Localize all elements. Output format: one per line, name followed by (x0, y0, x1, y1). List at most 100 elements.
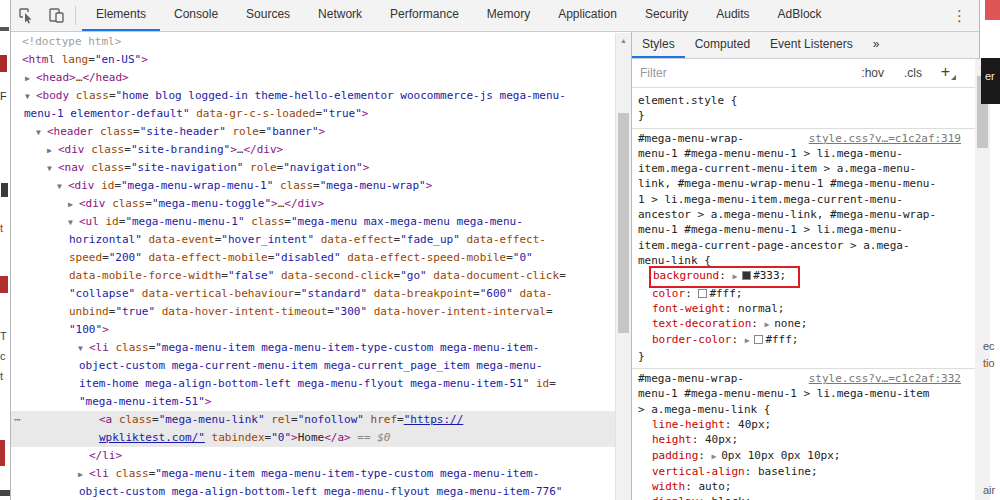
sidebar-tab-event-listeners[interactable]: Event Listeners (760, 32, 863, 58)
dom-node-line[interactable]: ⋯<a class="mega-menu-link" rel="nofollow… (11, 411, 615, 429)
dom-node-line[interactable]: item-home mega-align-bottom-left mega-me… (11, 375, 615, 393)
css-property-value[interactable]: #fff; (765, 333, 798, 346)
css-selector[interactable]: menu-1 #mega-menu-menu-1 > li.mega-menu- (638, 146, 960, 161)
css-selector[interactable]: 1 > li.mega-menu-item.mega-current-menu- (638, 192, 960, 207)
css-selector[interactable]: > a.mega-menu-link { (638, 402, 960, 417)
new-style-rule-dropdown-icon[interactable] (951, 75, 956, 80)
dom-node-line[interactable]: "mega-menu-item-51"> (11, 393, 615, 411)
css-selector[interactable]: menu-1 #mega-menu-menu-1 > li.mega-menu- (638, 222, 960, 237)
dom-node-line[interactable]: <html lang="en-US"> (11, 51, 615, 69)
dom-node-line[interactable]: ▶<head>…</head> (11, 69, 615, 87)
dom-node-line[interactable]: "100"> (11, 321, 615, 339)
dom-node-line[interactable]: ▼<header class="site-header" role="banne… (11, 123, 615, 141)
dom-node-line[interactable]: horizontal" data-event="hover_intent" da… (11, 231, 615, 249)
css-property-name[interactable]: height (652, 433, 692, 446)
device-toolbar-icon[interactable] (41, 0, 71, 31)
css-property-value[interactable]: block; (712, 495, 752, 500)
css-property-name[interactable]: color (652, 287, 685, 300)
css-selector[interactable]: element.style { (638, 93, 960, 108)
css-property-name[interactable]: text-decoration (652, 317, 751, 330)
elements-scrollbar-thumb[interactable] (618, 113, 629, 333)
css-property-value[interactable]: none; (774, 317, 807, 330)
css-selector[interactable]: item.mega-current-page-ancestor > a.mega… (638, 238, 960, 253)
expand-value-icon[interactable]: ▶ (732, 272, 742, 281)
collapsed-arrow-icon[interactable]: ▶ (47, 142, 52, 160)
dom-node-line[interactable]: ▼<li class="mega-menu-item mega-menu-ite… (11, 339, 615, 357)
css-property[interactable]: font-weight: normal; (638, 301, 960, 316)
css-property-name[interactable]: width (652, 480, 685, 493)
dom-node-line[interactable]: wpkliktest.com/" tabindex="0">Home</a> =… (11, 429, 615, 447)
css-property-value[interactable]: #333; (753, 269, 786, 282)
css-property-value[interactable]: 0px 10px 0px 10px; (721, 449, 840, 462)
css-selector[interactable]: ancestor > a.mega-menu-link, #mega-menu-… (638, 207, 960, 222)
dom-node-line[interactable]: ▶<div class="site-branding">…</div> (11, 141, 615, 159)
dom-node-line[interactable]: ▶<div class="mega-menu-toggle">…</div> (11, 195, 615, 213)
dom-node-line[interactable]: menu-1 elementor-default" data-gr-c-s-lo… (11, 105, 615, 123)
inspect-icon[interactable] (11, 0, 41, 31)
scroll-up-icon[interactable]: ▲ (616, 33, 631, 48)
tab-security[interactable]: Security (631, 0, 702, 31)
css-property-value[interactable]: 40px; (738, 418, 771, 431)
dom-node-line[interactable]: data-mobile-force-width="false" data-sec… (11, 267, 615, 285)
dom-node-line[interactable]: unbind="true" data-hover-intent-timeout=… (11, 303, 615, 321)
css-property-name[interactable]: font-weight (652, 302, 725, 315)
css-property-value[interactable]: #fff; (709, 287, 742, 300)
css-property[interactable]: display: block; (638, 494, 960, 500)
dom-node-line[interactable]: ▶<li class="mega-menu-item mega-menu-ite… (11, 465, 615, 483)
css-property-value[interactable]: 40px; (705, 433, 738, 446)
dom-node-line[interactable]: ▼<ul id="mega-menu-menu-1" class="mega-m… (11, 213, 615, 231)
expanded-arrow-icon[interactable]: ▼ (25, 88, 30, 106)
dom-node-line[interactable]: ▼<nav class="site-navigation" role="navi… (11, 159, 615, 177)
stylesheet-link[interactable]: style.css?v…=c1c2af:332 (809, 371, 961, 386)
tab-audits[interactable]: Audits (702, 0, 763, 31)
toggle-element-state-button[interactable]: :hov (861, 66, 884, 80)
color-swatch[interactable] (754, 335, 763, 344)
css-selector[interactable]: link, #mega-menu-wrap-menu-1 #mega-menu-… (638, 176, 960, 191)
css-property-value[interactable]: normal; (738, 302, 784, 315)
expand-value-icon[interactable]: ▶ (745, 336, 755, 345)
stylesheet-link[interactable]: style.css?v…=c1c2af:319 (809, 131, 961, 146)
expand-value-icon[interactable]: ▶ (765, 320, 775, 329)
tab-console[interactable]: Console (160, 0, 232, 31)
element-classes-button[interactable]: .cls (904, 66, 922, 80)
css-property[interactable]: line-height: 40px; (638, 417, 960, 432)
more-tabs-icon[interactable]: » (863, 32, 890, 58)
css-selector[interactable]: menu-1 #mega-menu-menu-1 > li.mega-menu-… (638, 386, 960, 401)
filter-input[interactable]: Filter (640, 66, 667, 80)
tab-sources[interactable]: Sources (232, 0, 304, 31)
new-style-rule-button[interactable]: + (941, 63, 950, 81)
expanded-arrow-icon[interactable]: ▼ (78, 340, 83, 358)
css-selector[interactable]: item.mega-current-menu-item > a.mega-men… (638, 161, 960, 176)
sidebar-tab-styles[interactable]: Styles (632, 32, 685, 58)
tab-application[interactable]: Application (544, 0, 631, 31)
css-property[interactable]: padding: ▶ 0px 10px 0px 10px; (638, 448, 960, 464)
sidebar-tab-computed[interactable]: Computed (685, 32, 760, 58)
color-swatch[interactable] (742, 271, 751, 280)
dom-node-line[interactable]: </li> (11, 447, 615, 465)
dom-node-line[interactable]: ▼<div id="mega-menu-wrap-menu-1" class="… (11, 177, 615, 195)
dom-node-line[interactable]: object-custom mega-current-menu-item meg… (11, 357, 615, 375)
expanded-arrow-icon[interactable]: ▼ (68, 214, 73, 232)
tab-adblock[interactable]: AdBlock (764, 0, 836, 31)
dom-node-line[interactable]: object-custom mega-align-bottom-left meg… (11, 483, 615, 500)
elements-scrollbar[interactable]: ▲ (615, 33, 631, 500)
dom-node-line[interactable]: speed="200" data-effect-mobile="disabled… (11, 249, 615, 267)
expand-value-icon[interactable]: ▶ (712, 452, 722, 461)
color-swatch[interactable] (698, 289, 707, 298)
styles-scrollbar[interactable]: ▲ (975, 59, 990, 500)
css-property-name[interactable]: line-height (652, 418, 725, 431)
css-property[interactable]: border-color: ▶ #fff; (638, 332, 960, 348)
node-options-icon[interactable]: ⋯ (14, 411, 21, 429)
expanded-arrow-icon[interactable]: ▼ (57, 178, 62, 196)
css-property[interactable]: vertical-align: baseline; (638, 464, 960, 479)
tab-elements[interactable]: Elements (82, 0, 160, 31)
dom-node-line[interactable]: "collapse" data-vertical-behaviour="stan… (11, 285, 615, 303)
css-property[interactable]: text-decoration: ▶ none; (638, 316, 960, 332)
tab-network[interactable]: Network (304, 0, 376, 31)
collapsed-arrow-icon[interactable]: ▶ (68, 196, 73, 214)
css-property[interactable]: width: auto; (638, 479, 960, 494)
css-property-name[interactable]: padding (652, 449, 698, 462)
css-property[interactable]: height: 40px; (638, 432, 960, 447)
dom-node-line[interactable]: ▼<body class="home blog logged-in theme-… (11, 87, 615, 105)
css-property[interactable]: background: ▶ #333; (638, 268, 960, 285)
